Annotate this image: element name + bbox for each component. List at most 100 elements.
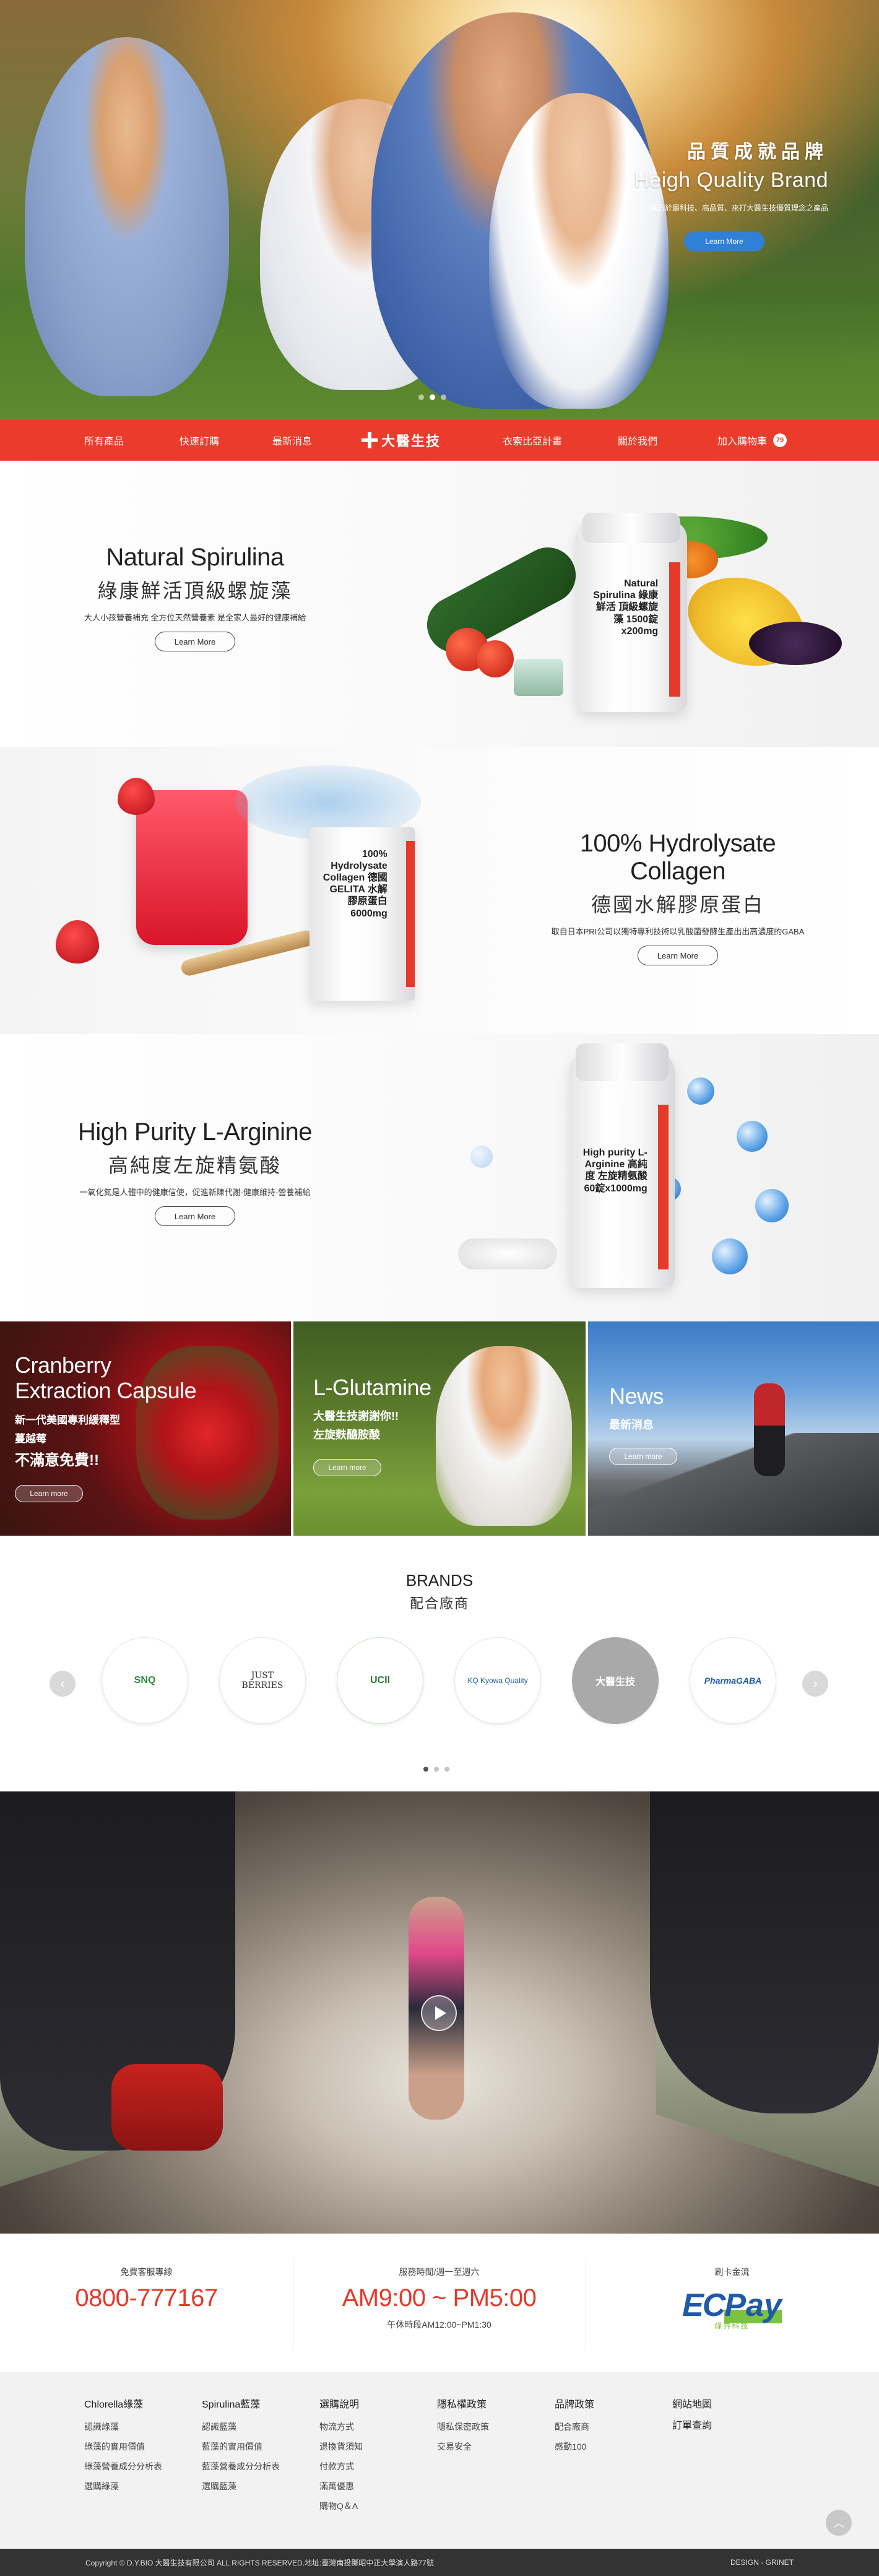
main-nav: 所有產品 快速訂購 最新消息 大醫生技 衣索比亞計畫 關於我們 加入購物車 79 bbox=[0, 420, 879, 461]
footer-link[interactable]: 感動100 bbox=[555, 2437, 594, 2456]
footer-col-spirulina: Spirulina藍藻 認識藍藻 藍藻的實用價值 藍藻營養成分分析表 選購藍藻 bbox=[202, 2396, 280, 2496]
product-spirulina: Natural Spirulina 綠康鮮活頂級螺旋藻 大人小孩營養補充 全方位… bbox=[0, 461, 879, 747]
tile-title: News bbox=[609, 1383, 664, 1409]
tile-news[interactable]: News 最新消息 Learn more bbox=[588, 1321, 879, 1536]
climber-image bbox=[754, 1383, 785, 1476]
footer-link[interactable]: 綠藻的實用價值 bbox=[84, 2437, 162, 2456]
strawberry-icon bbox=[118, 778, 155, 815]
collagen-packet: 100% Hydrolysate Collagen 德國GELITA 水解膠原蛋… bbox=[310, 827, 415, 1001]
footer-link[interactable]: 選購綠藻 bbox=[84, 2476, 162, 2496]
nav-item-all-products[interactable]: 所有產品 bbox=[67, 420, 141, 461]
product-desc: 取自日本PRI公司以獨特專利技術以乳酸菌發酵生產出出高濃度的GABA bbox=[551, 927, 805, 936]
chevron-up-icon[interactable]: ︿ bbox=[826, 2510, 852, 2536]
hero-learn-more-button[interactable]: Learn More bbox=[684, 232, 764, 251]
strawberry-icon bbox=[56, 920, 99, 964]
chevron-right-icon[interactable]: › bbox=[802, 1671, 828, 1697]
footer-heading[interactable]: 隱私權政策 bbox=[437, 2396, 489, 2411]
footer-heading[interactable]: 選購說明 bbox=[319, 2396, 363, 2411]
learn-more-button[interactable]: Learn More bbox=[155, 1206, 235, 1226]
tile-l-glutamine[interactable]: L-Glutamine 大醫生技謝謝你!! 左旋麩醯胺酸 Learn more bbox=[293, 1321, 586, 1536]
hero-title-zh: 品質成就品牌 bbox=[687, 142, 828, 162]
tile-learn-more-button[interactable]: Learn more bbox=[609, 1448, 677, 1465]
hotline-label: 免費客服專線 bbox=[120, 2267, 173, 2277]
product-arginine: High Purity L-Arginine 高純度左旋精氨酸 一氧化氮是人體中… bbox=[0, 1034, 879, 1321]
product-text: 100% Hydrolysate Collagen 德國水解膠原蛋白 取自日本P… bbox=[532, 830, 823, 965]
footer-link[interactable]: 隱私保密政策 bbox=[437, 2417, 489, 2437]
footer-heading[interactable]: 訂單查詢 bbox=[672, 2417, 712, 2432]
tile-learn-more-button[interactable]: Learn more bbox=[313, 1459, 381, 1476]
hotline-block: 免費客服專線 0800-777167 bbox=[0, 2234, 293, 2372]
footer-heading[interactable]: Chlorella綠藻 bbox=[84, 2396, 162, 2411]
chevron-left-icon[interactable]: ‹ bbox=[50, 1671, 76, 1697]
footer-heading[interactable]: Spirulina藍藻 bbox=[202, 2396, 280, 2411]
footer-link[interactable]: 綠藻營養成分分析表 bbox=[84, 2456, 162, 2476]
page: 品質成就品牌 Heigh Quality Brand 專方於最科技、高品質、來打… bbox=[0, 0, 879, 2576]
woman-sitting-image bbox=[436, 1346, 572, 1526]
brands-dots bbox=[423, 1767, 449, 1772]
carousel-dot[interactable] bbox=[444, 1767, 449, 1772]
brands-heading: BRANDS 配合廠商 bbox=[0, 1571, 879, 1612]
footer-link[interactable]: 退換貨須知 bbox=[319, 2437, 363, 2456]
nav-item-quick-order[interactable]: 快速訂購 bbox=[162, 420, 236, 461]
product-title-en: 100% Hydrolysate Collagen bbox=[579, 830, 776, 885]
service-info: 免費客服專線 0800-777167 服務時間/週一至週六 AM9:00 ~ P… bbox=[0, 2234, 879, 2372]
tile-sub-3: 不滿意免費!! bbox=[15, 1452, 99, 1469]
tile-sub-1: 大醫生技謝謝你!! bbox=[313, 1410, 399, 1422]
payment-block: 刷卡金流 ECPay 綠界科技 bbox=[586, 2234, 878, 2372]
footer-link[interactable]: 購物Q＆A bbox=[319, 2496, 363, 2516]
product-desc: 一氧化氮是人體中的健康信使，促進新陳代謝-健康維持-營養補給 bbox=[79, 1188, 311, 1197]
bottle-label: High purity L-Arginine 高純度 左旋精氨酸 60錠x100… bbox=[582, 1147, 647, 1194]
hero-subtitle: 專方於最科技、高品質、來打大醫生技優質理念之產品 bbox=[649, 204, 828, 212]
site-logo[interactable]: 大醫生技 bbox=[362, 427, 456, 453]
copyright-text: Copyright © D.Y.BIO 大醫生技有限公司 ALL RIGHTS … bbox=[85, 2558, 434, 2567]
footer-link[interactable]: 藍藻營養成分分析表 bbox=[202, 2456, 280, 2476]
footer-heading[interactable]: 網站地圖 bbox=[672, 2396, 712, 2411]
slider-dot[interactable] bbox=[441, 394, 446, 400]
footer-col-chlorella: Chlorella綠藻 認識綠藻 綠藻的實用價值 綠藻營養成分分析表 選購綠藻 bbox=[84, 2396, 162, 2496]
footer-heading[interactable]: 品牌政策 bbox=[555, 2396, 594, 2411]
slider-dot-active[interactable] bbox=[430, 394, 435, 400]
nav-item-news[interactable]: 最新消息 bbox=[255, 420, 329, 461]
learn-more-button[interactable]: Learn More bbox=[155, 632, 235, 651]
video-play-button[interactable] bbox=[421, 1995, 457, 2031]
brand-logo-snq[interactable]: SNQ bbox=[102, 1637, 188, 1724]
card-label: 刷卡金流 bbox=[714, 2267, 750, 2277]
spirulina-bottle: Natural Spirulina 綠康鮮活 頂級螺旋藻 1500錠x200mg bbox=[576, 512, 687, 712]
brand-logo-just-berries[interactable]: JUST BERRIES bbox=[219, 1637, 306, 1724]
ecpay-logo: ECPay 綠界科技 bbox=[682, 2287, 782, 2331]
nav-item-about[interactable]: 關於我們 bbox=[600, 420, 675, 461]
carousel-dot-active[interactable] bbox=[423, 1767, 428, 1772]
footer-link[interactable]: 交易安全 bbox=[437, 2437, 489, 2456]
brand-logo-pharmagaba[interactable]: PharmaGABA bbox=[690, 1637, 776, 1724]
hotline-number[interactable]: 0800-777167 bbox=[0, 2284, 293, 2312]
product-text: Natural Spirulina 綠康鮮活頂級螺旋藻 大人小孩營養補充 全方位… bbox=[56, 544, 334, 651]
footer-col-purchase: 選購說明 物流方式 退換貨須知 付款方式 滿萬優惠 購物Q＆A bbox=[319, 2396, 363, 2516]
bottle-label: Natural Spirulina 綠康鮮活 頂級螺旋藻 1500錠x200mg bbox=[593, 578, 659, 637]
footer-link[interactable]: 認識綠藻 bbox=[84, 2417, 162, 2437]
tile-sub-2: 左旋麩醯胺酸 bbox=[313, 1429, 380, 1441]
packet-label: 100% Hydrolysate Collagen 德國GELITA 水解膠原蛋… bbox=[323, 848, 388, 919]
footer-link[interactable]: 藍藻的實用價值 bbox=[202, 2437, 280, 2456]
tile-cranberry[interactable]: Cranberry Extraction Capsule 新一代美國專利緩釋型 … bbox=[0, 1321, 291, 1536]
tile-sub-2: 蔓越莓 bbox=[15, 1433, 46, 1445]
footer-link[interactable]: 選購藍藻 bbox=[202, 2476, 280, 2496]
ecpay-pay: Pay bbox=[724, 2287, 782, 2323]
slider-dot[interactable] bbox=[418, 394, 424, 400]
brand-logo-ucii[interactable]: UCII bbox=[337, 1637, 423, 1724]
footer-link[interactable]: 配合廠商 bbox=[555, 2417, 594, 2437]
footer-link[interactable]: 認識藍藻 bbox=[202, 2417, 280, 2437]
footer-link[interactable]: 滿萬優惠 bbox=[319, 2476, 363, 2496]
design-credit[interactable]: DESIGN - GRINET bbox=[730, 2558, 794, 2567]
footer-link[interactable]: 物流方式 bbox=[319, 2417, 363, 2437]
carousel-dot[interactable] bbox=[434, 1767, 439, 1772]
hero-text: 品質成就品牌 Heigh Quality Brand 專方於最科技、高品質、來打… bbox=[605, 136, 828, 213]
footer-link[interactable]: 付款方式 bbox=[319, 2456, 363, 2476]
nav-item-cart[interactable]: 加入購物車 79 bbox=[699, 420, 805, 461]
brand-logo-kyowa[interactable]: KQ Kyowa Quality bbox=[454, 1637, 541, 1724]
nav-item-ethiopia-project[interactable]: 衣索比亞計畫 bbox=[489, 420, 576, 461]
logo-text: 大醫生技 bbox=[381, 433, 441, 450]
learn-more-button[interactable]: Learn More bbox=[638, 946, 718, 965]
product-title-zh: 德國水解膠原蛋白 bbox=[591, 894, 764, 916]
tile-learn-more-button[interactable]: Learn more bbox=[15, 1485, 83, 1502]
brand-logo-daiyi[interactable]: 大醫生技 bbox=[572, 1637, 659, 1724]
